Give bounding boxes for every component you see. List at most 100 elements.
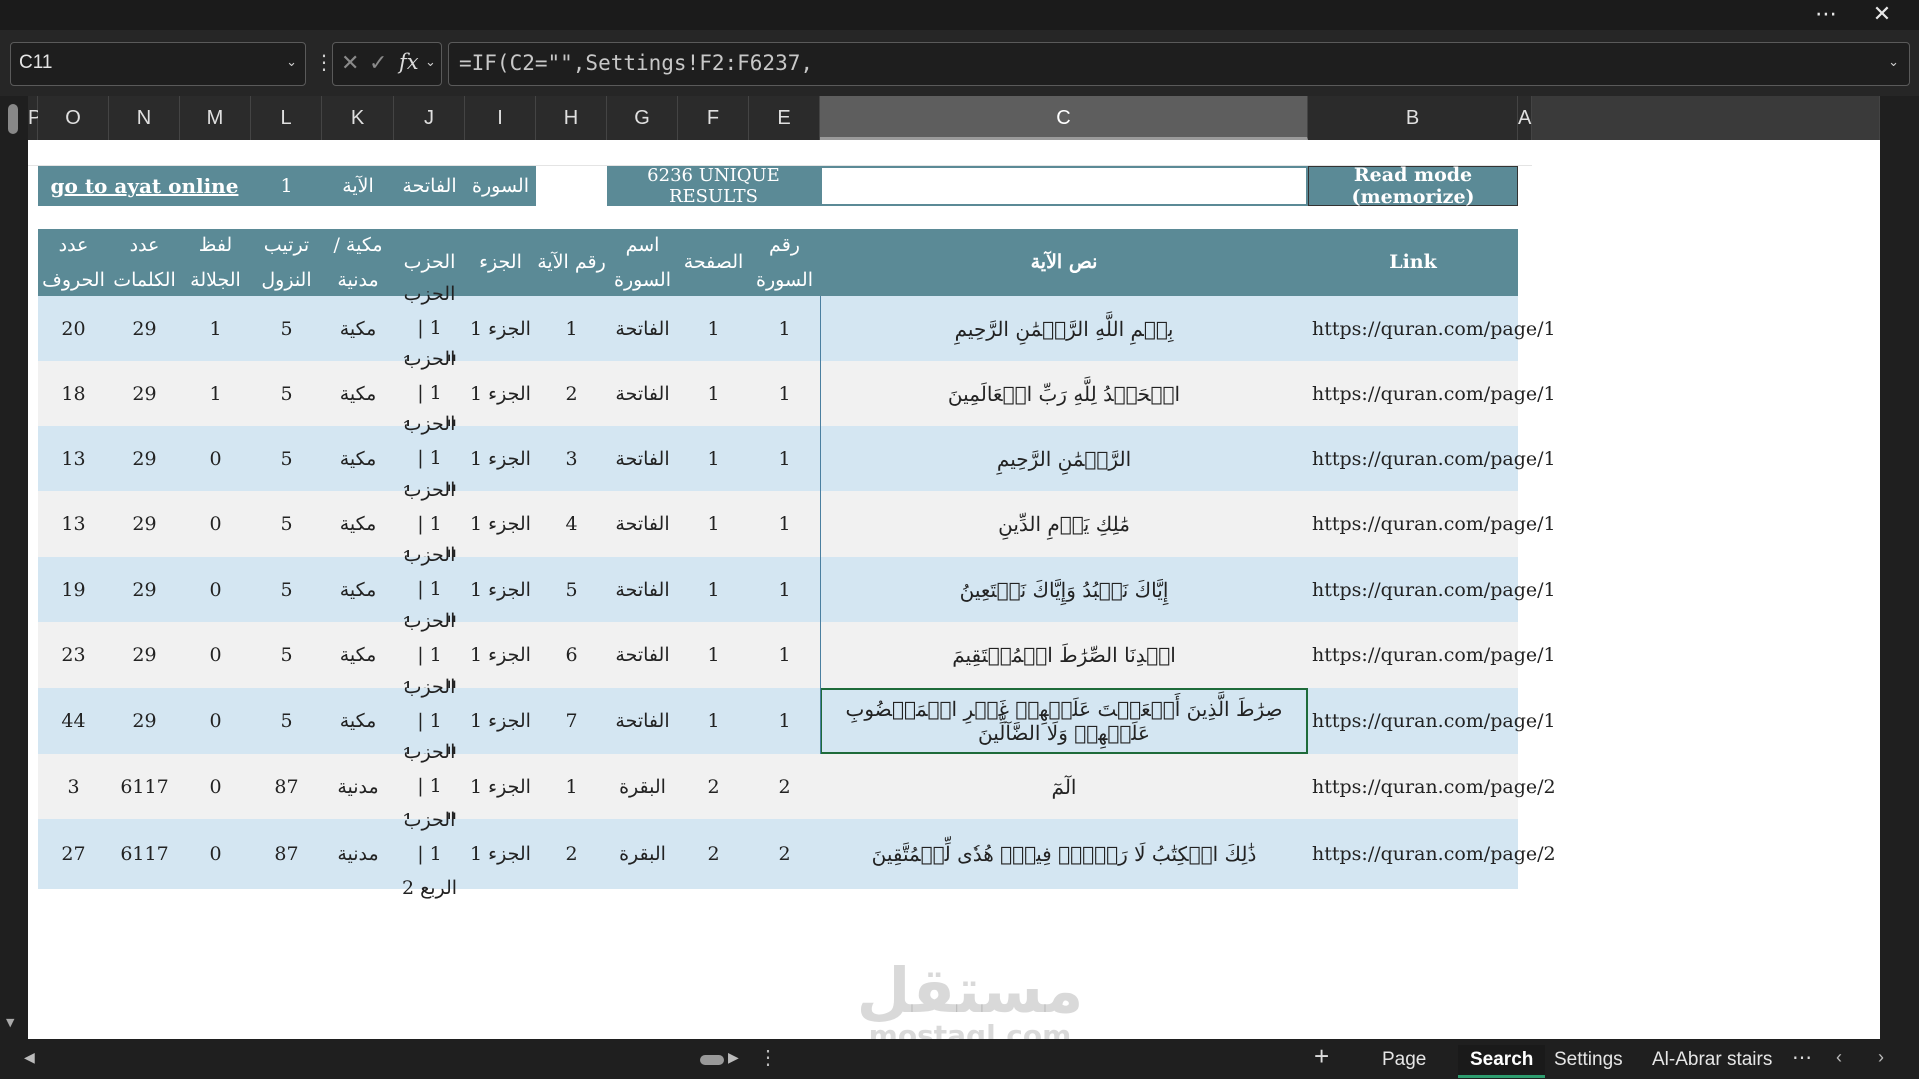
read-mode-button[interactable]: Read mode (memorize): [1308, 164, 1518, 208]
column-header-selected[interactable]: C: [820, 96, 1308, 140]
table-cell-juz[interactable]: الجزء 1: [465, 491, 536, 557]
scroll-down-icon[interactable]: ▼: [6, 1016, 14, 1029]
table-cell-jalala[interactable]: 1: [180, 361, 251, 426]
table-cell-type[interactable]: مدنية: [322, 819, 394, 889]
table-cell-surah[interactable]: الفاتحة: [607, 491, 678, 557]
table-cell-words[interactable]: 29: [109, 622, 180, 688]
table-cell-letters[interactable]: 27: [38, 819, 109, 889]
table-cell-page[interactable]: 2: [678, 819, 749, 889]
table-cell-type[interactable]: مدنية: [322, 754, 394, 819]
table-cell-letters[interactable]: 13: [38, 491, 109, 557]
table-cell-text[interactable]: ذَٰلِكَ الۡكِتَٰبُ لَا رَيۡبَۛ فِيهِۛ هُ…: [820, 819, 1308, 889]
table-cell-type[interactable]: مكية: [322, 688, 394, 754]
vertical-dots-icon[interactable]: ⋮: [758, 1045, 778, 1070]
search-input[interactable]: [820, 166, 1308, 206]
scroll-right-icon[interactable]: ▶: [728, 1049, 739, 1066]
table-cell-ayah[interactable]: 4: [536, 491, 607, 557]
column-header[interactable]: I: [465, 96, 536, 140]
column-header[interactable]: M: [180, 96, 251, 140]
table-cell-jalala[interactable]: 0: [180, 819, 251, 889]
table-cell-surah[interactable]: البقرة: [607, 819, 678, 889]
table-cell-text[interactable]: اهۡدِنَا الصِّرَٰطَ الۡمُسۡتَقِيمَ: [820, 622, 1308, 688]
table-cell-words[interactable]: 29: [109, 361, 180, 426]
chevron-down-icon[interactable]: ⌄: [425, 55, 436, 70]
table-cell-order[interactable]: 87: [251, 754, 322, 819]
table-cell-link[interactable]: https://quran.com/page/1: [1308, 557, 1556, 622]
table-cell-words[interactable]: 29: [109, 557, 180, 622]
table-cell-order[interactable]: 5: [251, 622, 322, 688]
go-to-ayat-online-link[interactable]: go to ayat online: [38, 166, 251, 206]
table-cell-type[interactable]: مكية: [322, 557, 394, 622]
more-options-icon[interactable]: ⋯: [1806, 0, 1846, 30]
table-cell-jalala[interactable]: 0: [180, 688, 251, 754]
sheet-tab-search[interactable]: Search: [1458, 1045, 1546, 1078]
next-sheet-icon[interactable]: ›: [1878, 1047, 1884, 1068]
column-header[interactable]: P: [28, 96, 41, 140]
table-cell-letters[interactable]: 18: [38, 361, 109, 426]
table-cell-letters[interactable]: 20: [38, 296, 109, 361]
table-cell-surah[interactable]: الفاتحة: [607, 688, 678, 754]
table-cell-page[interactable]: 2: [678, 754, 749, 819]
table-cell-link[interactable]: https://quran.com/page/1: [1308, 491, 1556, 557]
table-cell-jalala[interactable]: 0: [180, 426, 251, 491]
table-cell-link[interactable]: https://quran.com/page/2: [1308, 754, 1556, 819]
table-cell-surah[interactable]: الفاتحة: [607, 426, 678, 491]
table-cell-order[interactable]: 5: [251, 296, 322, 361]
table-cell-link[interactable]: https://quran.com/page/1: [1308, 688, 1556, 754]
table-cell-juz[interactable]: الجزء 1: [465, 361, 536, 426]
column-header[interactable]: N: [109, 96, 180, 140]
previous-sheet-icon[interactable]: ‹: [1836, 1047, 1842, 1068]
table-cell-ayah[interactable]: 7: [536, 688, 607, 754]
table-cell-type[interactable]: مكية: [322, 622, 394, 688]
horizontal-scroll-thumb[interactable]: [700, 1055, 724, 1065]
table-cell-type[interactable]: مكية: [322, 361, 394, 426]
table-cell-surah[interactable]: البقرة: [607, 754, 678, 819]
table-cell-juz[interactable]: الجزء 1: [465, 819, 536, 889]
table-cell-words[interactable]: 6117: [109, 819, 180, 889]
table-cell-ayah[interactable]: 6: [536, 622, 607, 688]
table-cell-page[interactable]: 1: [678, 361, 749, 426]
table-cell-juz[interactable]: الجزء 1: [465, 296, 536, 361]
table-cell-type[interactable]: مكية: [322, 296, 394, 361]
column-header[interactable]: O: [38, 96, 109, 140]
table-cell-letters[interactable]: 44: [38, 688, 109, 754]
vertical-dots-icon[interactable]: ⋮: [314, 50, 334, 74]
table-cell-juz[interactable]: الجزء 1: [465, 557, 536, 622]
table-cell-surah-num[interactable]: 1: [749, 361, 820, 426]
table-cell-surah[interactable]: الفاتحة: [607, 622, 678, 688]
table-cell-letters[interactable]: 19: [38, 557, 109, 622]
table-cell-link[interactable]: https://quran.com/page/1: [1308, 426, 1556, 491]
table-cell-link[interactable]: https://quran.com/page/1: [1308, 296, 1556, 361]
table-cell-juz[interactable]: الجزء 1: [465, 426, 536, 491]
table-cell-ayah[interactable]: 5: [536, 557, 607, 622]
table-cell-ayah[interactable]: 2: [536, 819, 607, 889]
table-cell-jalala[interactable]: 1: [180, 296, 251, 361]
function-icon[interactable]: fx: [399, 50, 419, 74]
table-cell-text[interactable]: مَٰلِكِ يَوۡمِ الدِّينِ: [820, 491, 1308, 557]
table-cell-link[interactable]: https://quran.com/page/1: [1308, 622, 1556, 688]
table-cell-words[interactable]: 29: [109, 296, 180, 361]
table-cell-surah[interactable]: الفاتحة: [607, 361, 678, 426]
table-cell-jalala[interactable]: 0: [180, 491, 251, 557]
column-header[interactable]: G: [607, 96, 678, 140]
column-header[interactable]: F: [678, 96, 749, 140]
table-cell-ayah[interactable]: 1: [536, 296, 607, 361]
table-cell-page[interactable]: 1: [678, 491, 749, 557]
table-cell-words[interactable]: 29: [109, 688, 180, 754]
table-cell-order[interactable]: 5: [251, 426, 322, 491]
table-cell-juz[interactable]: الجزء 1: [465, 688, 536, 754]
table-cell-text[interactable]: صِرَٰطَ الَّذِينَ أَنۡعَمۡتَ عَلَيۡهِمۡ …: [820, 688, 1308, 754]
table-cell-letters[interactable]: 23: [38, 622, 109, 688]
table-cell-ayah[interactable]: 2: [536, 361, 607, 426]
table-cell-order[interactable]: 5: [251, 688, 322, 754]
table-cell-page[interactable]: 1: [678, 622, 749, 688]
table-cell-letters[interactable]: 13: [38, 426, 109, 491]
confirm-icon[interactable]: ✓: [369, 51, 387, 76]
table-cell-order[interactable]: 5: [251, 557, 322, 622]
table-cell-page[interactable]: 1: [678, 688, 749, 754]
table-cell-surah-num[interactable]: 1: [749, 557, 820, 622]
table-cell-surah[interactable]: الفاتحة: [607, 557, 678, 622]
table-cell-type[interactable]: مكية: [322, 491, 394, 557]
sheet-tab-settings[interactable]: Settings: [1542, 1045, 1635, 1075]
more-sheets-icon[interactable]: ⋯: [1792, 1045, 1812, 1070]
